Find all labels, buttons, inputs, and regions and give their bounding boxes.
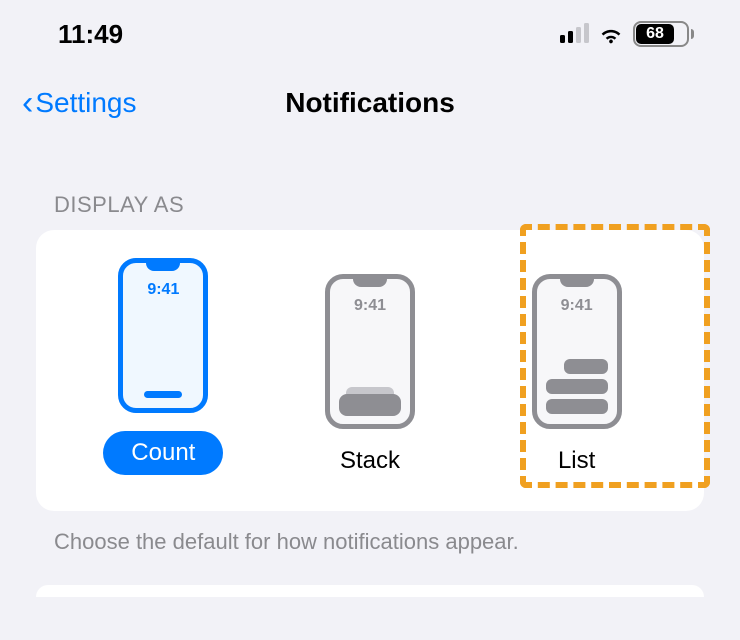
wifi-icon bbox=[597, 23, 625, 45]
battery-icon: 68 bbox=[633, 21, 694, 47]
status-indicators: 68 bbox=[560, 21, 694, 47]
display-option-stack[interactable]: 9:41 Stack bbox=[280, 274, 460, 475]
section-footer: Choose the default for how notifications… bbox=[0, 511, 740, 555]
battery-level: 68 bbox=[636, 24, 674, 44]
display-as-card: 9:41 Count 9:41 Stack 9:41 bbox=[36, 230, 704, 511]
option-label-count: Count bbox=[103, 431, 223, 475]
display-option-list[interactable]: 9:41 List bbox=[487, 274, 667, 475]
option-label-stack: Stack bbox=[340, 447, 400, 475]
back-label: Settings bbox=[35, 87, 136, 119]
cellular-signal-icon bbox=[560, 25, 589, 43]
phone-preview-stack-icon: 9:41 bbox=[325, 274, 415, 429]
chevron-left-icon: ‹ bbox=[22, 86, 33, 120]
status-bar: 11:49 68 bbox=[0, 0, 740, 56]
next-section-card bbox=[36, 585, 704, 597]
back-button[interactable]: ‹ Settings bbox=[22, 86, 137, 120]
phone-preview-count-icon: 9:41 bbox=[118, 258, 208, 413]
section-header-display-as: DISPLAY AS bbox=[0, 130, 740, 230]
phone-preview-list-icon: 9:41 bbox=[532, 274, 622, 429]
option-label-list: List bbox=[558, 447, 595, 475]
display-option-count[interactable]: 9:41 Count bbox=[73, 258, 253, 475]
page-title: Notifications bbox=[285, 87, 455, 119]
status-time: 11:49 bbox=[58, 19, 123, 50]
navigation-bar: ‹ Settings Notifications bbox=[0, 56, 740, 130]
